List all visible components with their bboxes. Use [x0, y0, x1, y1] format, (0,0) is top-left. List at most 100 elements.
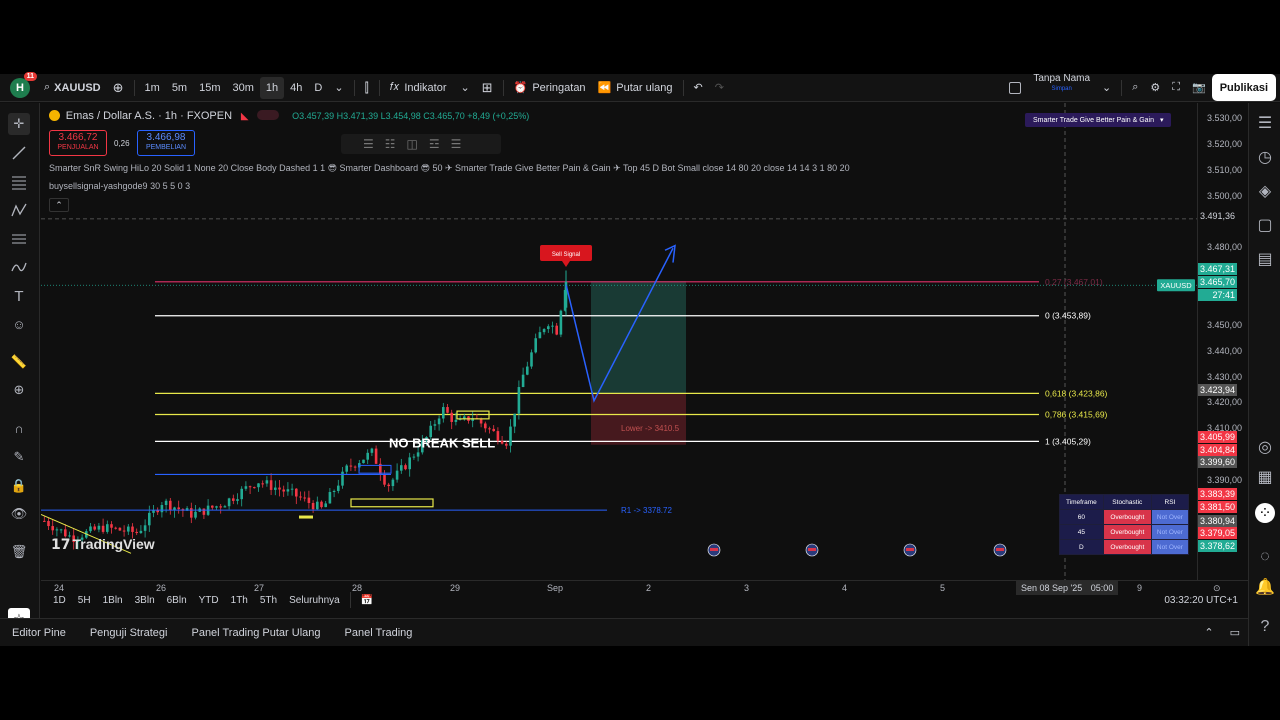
- streams-button[interactable]: ◌: [1255, 547, 1275, 567]
- candle-body: [248, 486, 252, 488]
- replay-label: Putar ulang: [616, 81, 673, 94]
- account-dropdown[interactable]: ⌄: [1096, 74, 1117, 101]
- range-5th[interactable]: 5Th: [254, 595, 283, 606]
- zoom-tool[interactable]: ⊕: [8, 379, 30, 401]
- layouts-button[interactable]: ⊞: [476, 74, 499, 101]
- timeframe-5m[interactable]: 5m: [166, 74, 193, 101]
- stay-drawing-tool[interactable]: ✎: [8, 446, 30, 468]
- price-axis[interactable]: 3.530,00 3.520,00 3.510,00 3.500,00 3.480,00…: [1197, 103, 1248, 580]
- measure-tool[interactable]: 📏: [8, 351, 30, 373]
- range-3bln[interactable]: 3Bln: [129, 595, 161, 606]
- layout-checkbox[interactable]: [1003, 74, 1027, 101]
- compare-symbol-button[interactable]: ⊕: [107, 74, 130, 101]
- lower-label: Lower -> 3410.5: [621, 424, 680, 433]
- crosshair-tool[interactable]: ✛: [8, 113, 30, 135]
- text-tool[interactable]: T: [8, 285, 30, 307]
- tab-pine-editor[interactable]: Editor Pine: [0, 627, 78, 639]
- collapse-panel-button[interactable]: ⌃: [1196, 626, 1221, 639]
- range-all[interactable]: Seluruhnya: [283, 595, 346, 606]
- snapshot-button[interactable]: 📷: [1186, 74, 1212, 101]
- go-to-date-button[interactable]: 📅: [355, 595, 379, 606]
- tab-replay-trading-panel[interactable]: Panel Trading Putar Ulang: [179, 627, 332, 639]
- watchlist-button[interactable]: ☰: [1255, 113, 1275, 133]
- drawing-floating-toolbar[interactable]: ☰☷◫☲☰: [341, 134, 501, 154]
- notification-badge: 11: [23, 71, 37, 81]
- chart-pane[interactable]: 0,27 (3.467,01) 0 (3.453,89) 0,618 (3.423,…: [41, 103, 1197, 580]
- maximize-panel-button[interactable]: ▭: [1222, 626, 1248, 639]
- chat-button[interactable]: ▢: [1255, 215, 1275, 235]
- range-1d[interactable]: 1D: [47, 595, 72, 606]
- emoji-tool[interactable]: ☺: [8, 313, 30, 335]
- collapse-legend-button[interactable]: ⌃: [49, 198, 69, 212]
- timeframe-1h[interactable]: 1h: [259, 76, 285, 99]
- fib-tool[interactable]: [8, 171, 30, 193]
- chart-canvas[interactable]: 0,27 (3.467,01)0 (3.453,89)0,618 (3.423,…: [41, 103, 1197, 580]
- remove-tool[interactable]: 🗑: [8, 541, 30, 563]
- watermark-text: TradingView: [72, 536, 155, 552]
- stoch-header-rsi: RSI: [1150, 494, 1190, 510]
- buy-button[interactable]: 3.466,98 PEMBELIAN: [137, 130, 195, 156]
- brush-tool[interactable]: [8, 256, 30, 278]
- range-ytd[interactable]: YTD: [193, 595, 225, 606]
- alerts-panel-button[interactable]: ◷: [1255, 147, 1275, 167]
- target-icon: ◎: [1258, 439, 1272, 456]
- candle-body: [433, 424, 437, 426]
- trendline-tool[interactable]: [8, 142, 30, 164]
- ohlc-values: O3.457,39 H3.471,39 L3.454,98 C3.465,70 …: [292, 111, 530, 121]
- help-button[interactable]: ?: [1255, 617, 1275, 637]
- candle-body: [366, 452, 369, 460]
- object-tree-button[interactable]: ◈: [1255, 181, 1275, 201]
- utc-clock[interactable]: 03:32:20 UTC+1: [1158, 595, 1244, 606]
- publish-button[interactable]: Publikasi: [1211, 74, 1276, 101]
- symbol-search[interactable]: ⌕ XAUUSD: [38, 74, 107, 101]
- market-status-icon: [257, 110, 280, 120]
- stoch-header-row: Timeframe Stochastic RSI: [1059, 494, 1190, 510]
- chart-type-button[interactable]: ⫿: [359, 74, 375, 101]
- visibility-tool[interactable]: 👁: [8, 503, 30, 525]
- apps-button[interactable]: ⁘: [1255, 503, 1275, 523]
- notifications-button[interactable]: 🔔: [1255, 577, 1275, 597]
- timeframe-dropdown[interactable]: ⌄: [328, 74, 349, 101]
- undo-button[interactable]: ↶: [688, 74, 709, 101]
- y-tick-label: 3.440,00: [1206, 345, 1242, 356]
- pine-screener-button[interactable]: ◎: [1255, 437, 1275, 457]
- indicators-button[interactable]: 𝑓𝑥 Indikator ⌄: [384, 74, 476, 101]
- replay-button[interactable]: ⏪ Putar ulang: [592, 74, 679, 101]
- prediction-tool[interactable]: [8, 228, 30, 250]
- timeframe-15m[interactable]: 15m: [193, 74, 226, 101]
- calendar-button[interactable]: ▦: [1255, 467, 1275, 487]
- magnet-tool[interactable]: ∩: [8, 417, 30, 439]
- user-avatar[interactable]: H 11: [10, 71, 37, 98]
- hotlist-button[interactable]: ▤: [1255, 249, 1275, 269]
- redo-button[interactable]: ↷: [709, 74, 730, 101]
- indicator-badge-top-right[interactable]: Smarter Trade Give Better Pain & Gain ▾: [1025, 113, 1172, 127]
- candle-body: [416, 452, 420, 457]
- alerts-button[interactable]: ⏰ Peringatan: [508, 74, 592, 101]
- timeframe-d[interactable]: D: [308, 74, 328, 101]
- tab-trading-panel[interactable]: Panel Trading: [333, 627, 425, 639]
- divider: [502, 79, 504, 96]
- settings-button[interactable]: ⚙: [1144, 74, 1166, 101]
- sell-button[interactable]: 3.466,72 PENJUALAN: [49, 130, 107, 156]
- timeframe-1m[interactable]: 1m: [139, 74, 166, 101]
- range-6bln[interactable]: 6Bln: [161, 595, 193, 606]
- tab-strategy-tester[interactable]: Penguji Strategi: [78, 627, 180, 639]
- timeframe-4h[interactable]: 4h: [284, 74, 308, 101]
- account-menu[interactable]: Tanpa Nama Simpan: [1027, 74, 1096, 101]
- range-1th[interactable]: 1Th: [225, 595, 254, 606]
- indicator-legend-2[interactable]: buysellsignal-yashgode9 30 5 5 0 3: [49, 181, 190, 191]
- timeframe-30m[interactable]: 30m: [227, 74, 260, 101]
- lock-tool[interactable]: 🔒: [8, 475, 30, 497]
- chart-title[interactable]: Emas / Dollar A.S. · 1h · FXOPEN: [66, 110, 232, 122]
- range-1bln[interactable]: 1Bln: [97, 595, 129, 606]
- candle-body: [97, 525, 101, 530]
- indicator-legend-1[interactable]: Smarter SnR Swing HiLo 20 Solid 1 None 2…: [49, 163, 850, 174]
- range-5h[interactable]: 5H: [72, 595, 97, 606]
- candle-body: [400, 465, 403, 471]
- pattern-tool[interactable]: [8, 199, 30, 221]
- price-tag: 3.465,70: [1198, 276, 1237, 288]
- quick-search-button[interactable]: ⌕: [1126, 74, 1144, 101]
- chevron-up-icon: ⌃: [1204, 627, 1214, 639]
- fullscreen-button[interactable]: ⛶: [1166, 74, 1186, 101]
- candle-body: [547, 326, 550, 330]
